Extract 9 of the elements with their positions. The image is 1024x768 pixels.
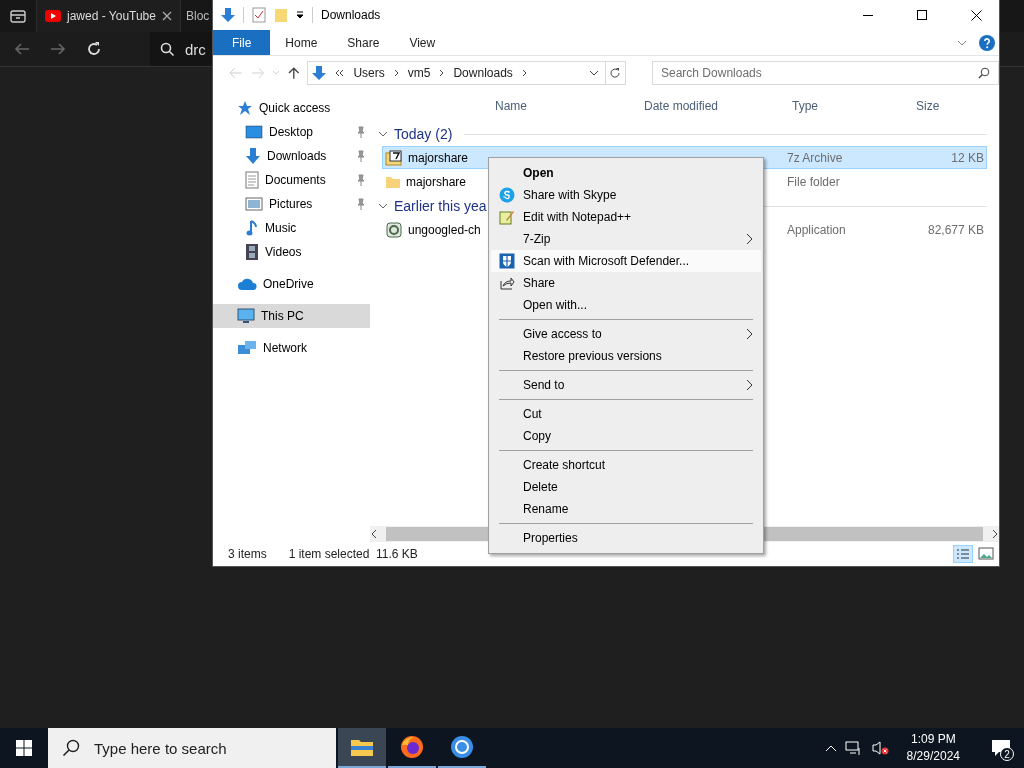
item-count: 3 items xyxy=(228,547,267,561)
file-type: 7z Archive xyxy=(787,150,843,165)
file-type: Application xyxy=(787,222,846,237)
file-type: File folder xyxy=(787,174,840,189)
file-size: 12 KB xyxy=(951,150,984,165)
window-title: Downloads xyxy=(321,8,382,22)
selection-info: 1 item selected 11.6 KB xyxy=(288,547,418,561)
file-size: 82,677 KB xyxy=(927,222,984,237)
file-name: majorshare xyxy=(408,150,469,165)
